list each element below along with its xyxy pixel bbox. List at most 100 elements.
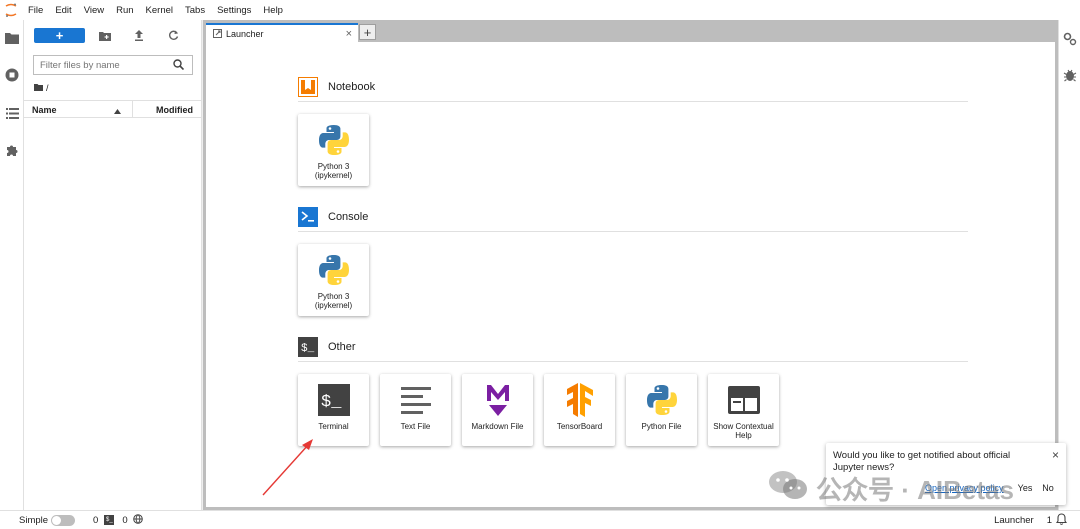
sort-ascending-icon: [114, 106, 121, 116]
card-text-file[interactable]: Text File: [380, 374, 451, 446]
card-notebook-python3[interactable]: Python 3 (ipykernel): [298, 114, 369, 186]
status-bar: Simple 0 $_ 0 Launcher 1: [0, 510, 1080, 529]
launcher-panel: Notebook Python 3 (ipykernel) Console Py…: [206, 42, 1055, 507]
section-divider: [298, 361, 968, 362]
simple-mode-label: Simple: [19, 514, 49, 526]
right-sidebar: [1058, 20, 1080, 510]
menu-edit[interactable]: Edit: [49, 5, 77, 16]
card-label: Python File: [641, 422, 682, 431]
terminal-count[interactable]: 0: [93, 515, 98, 526]
svg-text:$_: $_: [321, 393, 342, 412]
left-sidebar: [0, 20, 24, 510]
card-contextual-help[interactable]: Show Contextual Help: [708, 374, 779, 446]
refresh-icon[interactable]: [165, 28, 181, 43]
tab-launcher[interactable]: Launcher ×: [206, 23, 358, 43]
breadcrumb: /: [34, 83, 49, 93]
card-tensorboard[interactable]: TensorBoard: [544, 374, 615, 446]
section-console-title: Console: [328, 211, 369, 223]
annotation-arrow-icon: [262, 439, 313, 496]
card-label: Terminal: [318, 422, 349, 431]
new-launcher-button[interactable]: +: [34, 28, 85, 43]
debugger-icon[interactable]: [1062, 67, 1078, 83]
no-button[interactable]: No: [1037, 480, 1059, 496]
menu-file[interactable]: File: [22, 5, 49, 16]
new-button-label: +: [55, 28, 64, 43]
breadcrumb-root[interactable]: /: [46, 83, 49, 93]
file-list-header: Name Modified: [24, 100, 202, 118]
section-notebook: Notebook: [298, 77, 375, 97]
yes-button[interactable]: Yes: [1014, 480, 1036, 496]
toggle-knob: [52, 515, 62, 525]
upload-icon[interactable]: [131, 28, 147, 43]
privacy-policy-link[interactable]: Open privacy policy: [925, 483, 1004, 493]
section-notebook-title: Notebook: [328, 81, 376, 93]
simple-mode-toggle[interactable]: [51, 514, 76, 526]
toc-icon[interactable]: [4, 105, 20, 121]
python-icon: [298, 250, 369, 290]
notification-message: Would you like to get notified about off…: [833, 450, 1011, 473]
menu-view[interactable]: View: [78, 5, 110, 16]
close-icon[interactable]: ×: [1052, 448, 1059, 462]
tab-close-icon[interactable]: ×: [346, 28, 352, 40]
column-divider: [132, 101, 133, 118]
menu-settings[interactable]: Settings: [211, 5, 257, 16]
card-label: Text File: [400, 422, 431, 431]
folder-icon[interactable]: [4, 30, 20, 46]
markdown-icon: [462, 380, 533, 420]
news-notification: Would you like to get notified about off…: [826, 443, 1066, 505]
name-column-header[interactable]: Name: [32, 105, 57, 115]
bell-icon[interactable]: [1055, 512, 1068, 528]
tab-launcher-label: Launcher: [226, 29, 264, 39]
property-inspector-icon[interactable]: [1062, 31, 1078, 47]
running-icon[interactable]: [4, 67, 20, 83]
card-label: Markdown File: [471, 422, 524, 431]
search-icon: [173, 59, 185, 73]
svg-text:$_: $_: [301, 343, 315, 355]
filter-files-input[interactable]: [40, 59, 170, 71]
section-divider: [298, 101, 968, 102]
notification-count[interactable]: 1: [1047, 515, 1052, 526]
python-icon: [626, 380, 697, 420]
add-tab-label: +: [363, 24, 372, 40]
card-label: TensorBoard: [556, 422, 603, 431]
tensorboard-icon: [544, 380, 615, 420]
text-file-icon: [380, 380, 451, 420]
card-python-file[interactable]: Python File: [626, 374, 697, 446]
add-tab-button[interactable]: +: [359, 24, 376, 40]
jupyter-logo-icon: [0, 0, 22, 20]
breadcrumb-folder-icon[interactable]: [34, 83, 43, 93]
main-dock: Launcher × + Notebook Python 3 (ipykerne…: [203, 20, 1058, 510]
terminal-icon: $_: [298, 380, 369, 420]
tab-bar: Launcher × +: [203, 20, 1058, 43]
menu-tabs[interactable]: Tabs: [179, 5, 211, 16]
new-folder-icon[interactable]: [97, 28, 113, 43]
contextual-help-icon: [708, 380, 779, 420]
section-console: Console: [298, 207, 368, 227]
launcher-tab-icon: [213, 28, 222, 40]
menu-run[interactable]: Run: [110, 5, 139, 16]
extension-icon[interactable]: [4, 142, 20, 158]
modified-column-header[interactable]: Modified: [156, 105, 193, 115]
file-filter: [33, 55, 193, 75]
terminal-status-icon[interactable]: $_: [104, 515, 115, 525]
section-other-title: Other: [328, 341, 356, 353]
menu-help[interactable]: Help: [257, 5, 289, 16]
kernel-count[interactable]: 0: [122, 515, 127, 526]
python-icon: [298, 120, 369, 160]
activity-label: Launcher: [994, 514, 1034, 526]
card-label: Show Contextual Help: [713, 422, 774, 440]
section-divider: [298, 231, 968, 232]
menu-kernel[interactable]: Kernel: [140, 5, 179, 16]
kernel-status-icon[interactable]: [132, 513, 143, 527]
other-terminal-icon: $_: [298, 337, 318, 357]
console-icon: [298, 207, 318, 227]
card-label: Python 3 (ipykernel): [314, 162, 353, 180]
file-browser: + / Name Modified: [24, 20, 202, 510]
card-label: Python 3 (ipykernel): [314, 292, 353, 310]
menubar: File Edit View Run Kernel Tabs Settings …: [0, 0, 1080, 20]
notebook-icon: [298, 77, 318, 97]
card-terminal[interactable]: $_ Terminal: [298, 374, 369, 446]
card-markdown-file[interactable]: Markdown File: [462, 374, 533, 446]
card-console-python3[interactable]: Python 3 (ipykernel): [298, 244, 369, 316]
section-other: $_ Other: [298, 337, 356, 357]
